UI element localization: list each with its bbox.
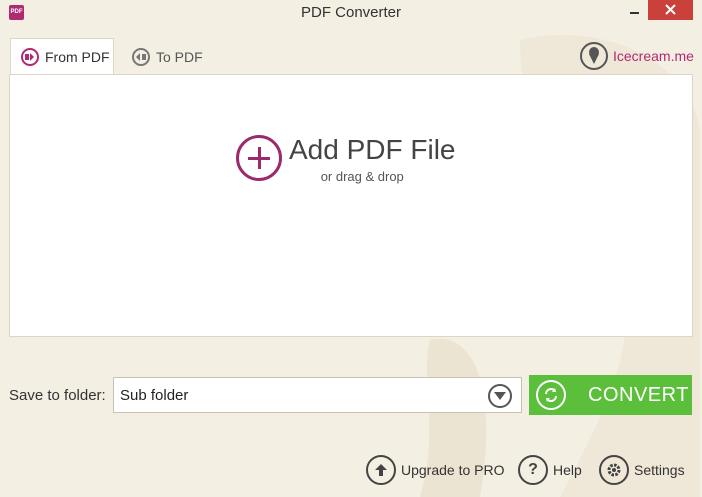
drag-drop-hint: or drag & drop	[320, 169, 404, 184]
add-pdf-title: Add PDF File	[289, 134, 456, 165]
window-title: PDF Converter	[300, 4, 402, 21]
save-folder-select[interactable]: Sub folder	[113, 377, 522, 413]
upgrade-label: Upgrade to PRO	[401, 462, 505, 478]
convert-button[interactable]: CONVERT	[529, 375, 692, 415]
close-button[interactable]	[648, 0, 693, 20]
file-drop-panel[interactable]: Add PDF File or drag & drop	[9, 74, 693, 337]
arrow-up-icon	[366, 455, 396, 485]
brand-link[interactable]: Icecream.me	[580, 41, 694, 71]
to-pdf-icon	[132, 47, 150, 66]
folder-value: Sub folder	[120, 387, 189, 404]
tab-label: From PDF	[45, 49, 110, 65]
help-icon: ?	[518, 455, 548, 485]
upgrade-button[interactable]: Upgrade to PRO	[366, 454, 505, 486]
convert-label: CONVERT	[588, 383, 689, 406]
add-circle-icon	[236, 135, 282, 181]
refresh-icon	[536, 380, 566, 410]
help-label: Help	[553, 462, 582, 478]
from-pdf-icon	[21, 48, 39, 66]
chevron-down-icon[interactable]	[488, 384, 512, 408]
minimize-icon	[630, 12, 639, 14]
help-button[interactable]: ? Help	[518, 454, 582, 486]
minimize-button[interactable]	[626, 5, 642, 19]
settings-label: Settings	[634, 462, 685, 478]
gear-icon	[599, 455, 629, 485]
add-text-block: Add PDF File or drag & drop	[289, 133, 456, 184]
save-folder-label: Save to folder:	[9, 387, 106, 404]
brand-text: Icecream.me	[613, 48, 694, 64]
settings-button[interactable]: Settings	[599, 454, 685, 486]
add-pdf-button[interactable]: Add PDF File or drag & drop	[236, 133, 476, 193]
tab-label: To PDF	[156, 48, 203, 65]
tab-from-pdf[interactable]: From PDF	[10, 38, 114, 75]
icecream-logo-icon	[580, 42, 608, 70]
title-bar: PDF PDF Converter	[0, 0, 702, 26]
close-icon	[665, 4, 676, 15]
tab-to-pdf[interactable]: To PDF	[122, 38, 222, 75]
app-window: PDF PDF Converter From PDF To PDF Icecre…	[0, 0, 702, 497]
